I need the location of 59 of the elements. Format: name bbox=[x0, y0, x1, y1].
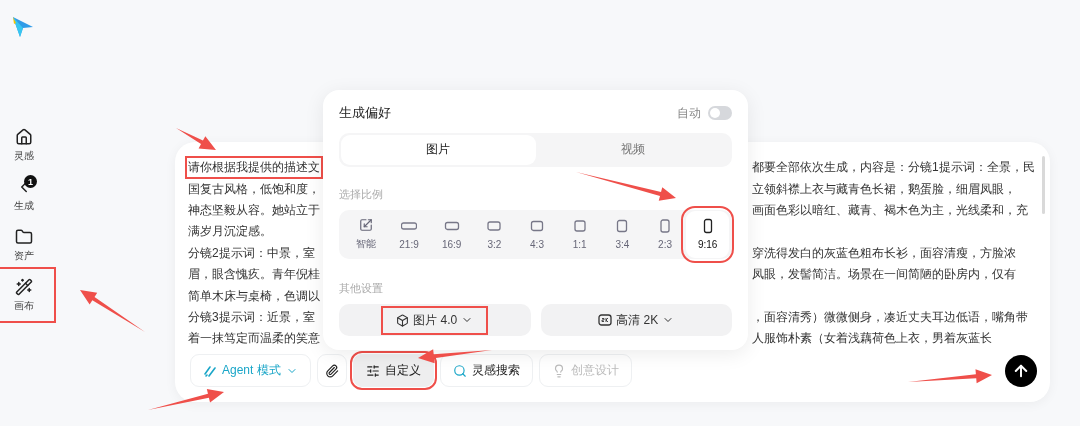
popover-title: 生成偏好 bbox=[339, 104, 391, 122]
prompt-text: 简单木床与桌椅，色调以 bbox=[188, 287, 320, 305]
ratio-option[interactable]: 21:9 bbox=[387, 210, 431, 258]
ratio-option[interactable]: 2:3 bbox=[643, 210, 687, 258]
prompt-text: 神态坚毅从容。她站立于 bbox=[188, 201, 320, 219]
attach-button[interactable] bbox=[316, 354, 347, 387]
auto-toggle[interactable] bbox=[708, 106, 732, 120]
tab[interactable]: 视频 bbox=[535, 135, 730, 165]
prompt-text: 画面色彩以暗红、藏青、褐木色为主，光线柔和，充 bbox=[752, 201, 1028, 219]
sidebar-item[interactable]: 画布 bbox=[0, 270, 53, 320]
cube-icon bbox=[396, 313, 410, 327]
prompt-text: ，面容清秀）微微侧身，凑近丈夫耳边低语，嘴角带 bbox=[752, 308, 1028, 326]
prompt-text: 国复古风格，低饱和度， bbox=[188, 180, 320, 198]
prompt-text: 满岁月沉淀感。 bbox=[188, 223, 272, 241]
scrollbar[interactable] bbox=[1042, 156, 1045, 214]
ratio-option[interactable]: 1:1 bbox=[558, 210, 602, 258]
wand-icon bbox=[15, 277, 33, 296]
prompt-text: 着一抹笃定而温柔的笑意 bbox=[188, 330, 320, 348]
prompt-text: 穿洗得发白的灰蓝色粗布长衫，面容清瘦，方脸浓 bbox=[752, 244, 1016, 262]
annotation-arrow bbox=[80, 290, 145, 332]
search-icon bbox=[452, 363, 467, 378]
prompt-text: 人服饰朴素（女着浅藕荷色上衣，男着灰蓝长 bbox=[752, 330, 992, 348]
hd-icon bbox=[598, 314, 613, 326]
prompt-text: 立领斜襟上衣与藏青色长裙，鹅蛋脸，细眉凤眼， bbox=[752, 180, 1016, 198]
setting-dropdown[interactable]: 高清 2K bbox=[540, 304, 732, 336]
sidebar-item[interactable]: 资产 bbox=[0, 220, 53, 270]
ratio-option[interactable]: 16:9 bbox=[430, 210, 473, 258]
slashes-icon bbox=[203, 363, 217, 378]
ratio-icon bbox=[571, 218, 588, 235]
sidebar-item[interactable]: 1 生成 bbox=[0, 170, 53, 220]
prompt-text: 分镜2提示词：中景，室 bbox=[188, 244, 315, 262]
ratio-option[interactable]: 4:3 bbox=[515, 210, 559, 258]
count-badge: 1 bbox=[24, 175, 37, 188]
folder-icon bbox=[15, 227, 33, 246]
prompt-text: 都要全部依次生成，内容是：分镜1提示词：全景，民 bbox=[752, 159, 1035, 177]
section-label: 选择比例 bbox=[339, 186, 383, 202]
ratio-option[interactable]: 3:2 bbox=[473, 210, 516, 258]
home-icon bbox=[15, 127, 33, 146]
ratio-option[interactable]: 智能 bbox=[345, 210, 388, 258]
sidebar-item[interactable]: 灵感 bbox=[0, 120, 53, 170]
dropdown-label[interactable]: 图片 4.0 bbox=[384, 308, 486, 332]
toggle-label: 自动 bbox=[677, 104, 701, 122]
paperclip-icon bbox=[324, 363, 339, 378]
setting-dropdown[interactable]: 图片 4.0 bbox=[339, 304, 531, 336]
tab[interactable]: 图片 bbox=[341, 135, 536, 165]
prompt-text: 分镜3提示词：近景，室 bbox=[188, 308, 315, 326]
prompt-text: 眉，眼含愧疚。青年倪桂 bbox=[188, 266, 320, 284]
section-label: 其他设置 bbox=[339, 281, 383, 296]
dropdown-label[interactable]: 高清 2K bbox=[586, 308, 687, 332]
annotation-arrow bbox=[176, 128, 216, 150]
prompt-text: 请你根据我提供的描述文 bbox=[188, 159, 320, 177]
logo-icon[interactable] bbox=[11, 15, 35, 39]
toolbar-button[interactable]: 灵感搜索 bbox=[439, 354, 533, 387]
scale-icon bbox=[359, 217, 374, 232]
toolbar-button[interactable]: 自定义 bbox=[352, 354, 434, 387]
prompt-text: 凤眼，发髻简洁。场景在一间简陋的卧房内，仅有 bbox=[752, 266, 1016, 284]
send-button[interactable] bbox=[1005, 354, 1037, 387]
sliders-icon bbox=[365, 363, 380, 378]
ratio-option[interactable]: 3:4 bbox=[601, 210, 644, 258]
